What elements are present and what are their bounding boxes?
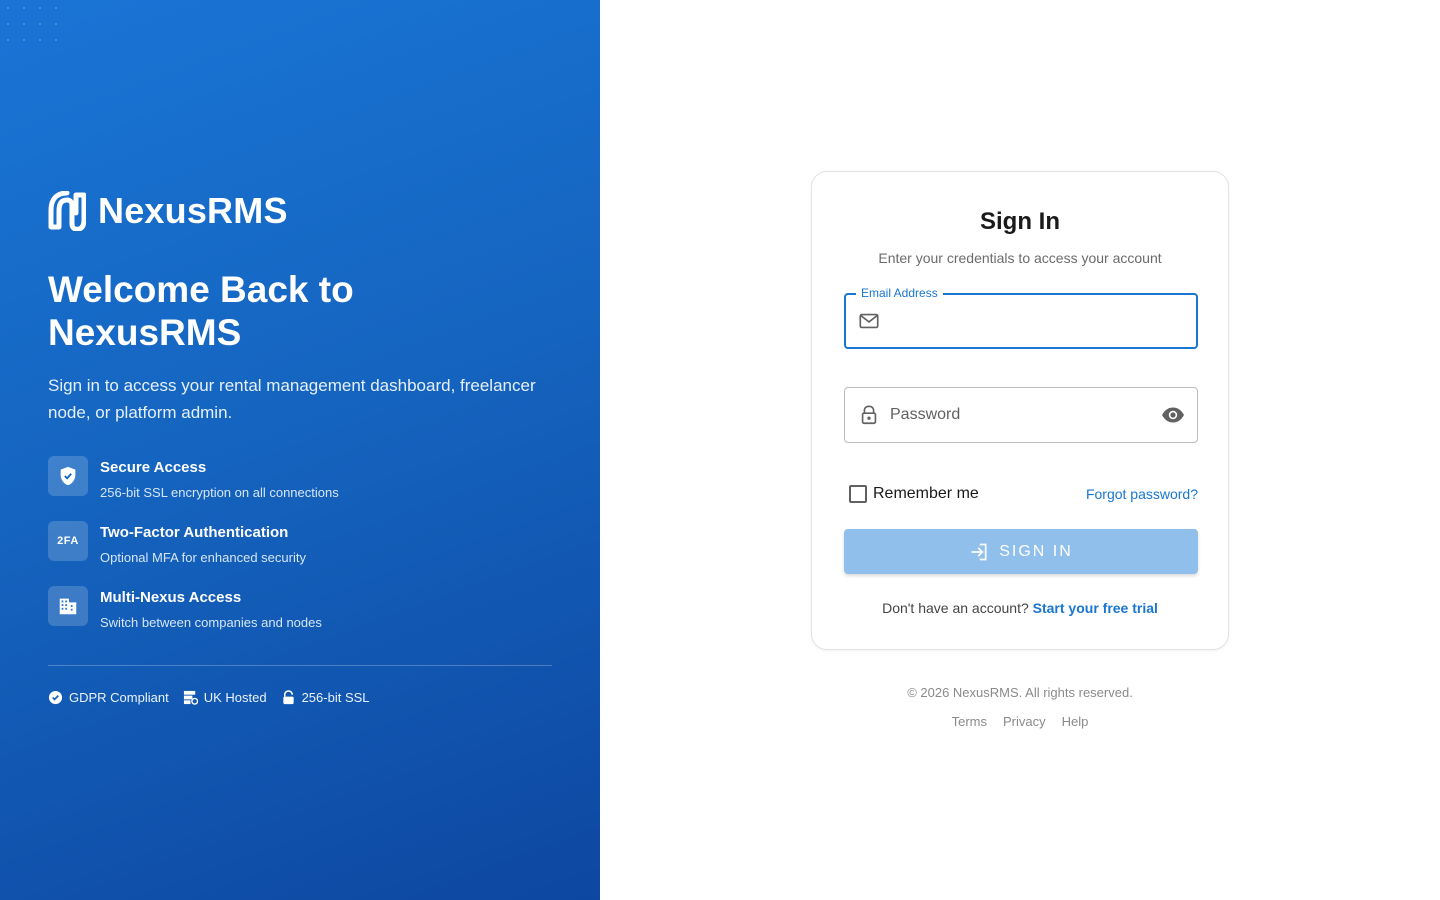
signup-text: Don't have an account? <box>882 600 1029 616</box>
lock-icon <box>858 404 880 426</box>
verified-icon <box>48 690 63 705</box>
login-icon <box>971 543 987 560</box>
brand-name: NexusRMS <box>98 190 288 231</box>
mail-icon <box>858 310 880 332</box>
main-panel: Sign In Enter your credentials to access… <box>600 0 1440 900</box>
remember-me[interactable]: Remember me <box>849 485 979 503</box>
feature-title: Secure Access <box>100 459 207 476</box>
terms-link[interactable]: Terms <box>952 714 987 729</box>
brand: NexusRMS <box>48 190 288 232</box>
feature-desc: Switch between companies and nodes <box>100 615 322 630</box>
hero-subtitle: Sign in to access your rental management… <box>48 376 536 422</box>
feature-two-factor: 2FA Two-Factor Authentication Optional M… <box>48 521 552 586</box>
sign-in-label: SIGN IN <box>999 542 1073 560</box>
page-footer: © 2026 NexusRMS. All rights reserved. Te… <box>811 685 1229 729</box>
badge-gdpr: GDPR Compliant <box>48 690 169 705</box>
email-label: Email Address <box>856 286 943 300</box>
feature-list: Secure Access 256-bit SSL encryption on … <box>48 456 552 651</box>
password-input[interactable] <box>880 388 1161 442</box>
remember-row: Remember me Forgot password? <box>844 485 1198 503</box>
card-subtitle: Enter your credentials to access your ac… <box>878 250 1162 266</box>
feature-title: Two-Factor Authentication <box>100 524 289 541</box>
shield-check-icon <box>48 456 88 496</box>
badge-label: 256-bit SSL <box>301 690 370 705</box>
feature-title: Multi-Nexus Access <box>100 589 242 606</box>
feature-desc: Optional MFA for enhanced security <box>100 550 306 565</box>
copyright: © 2026 NexusRMS. All rights reserved. <box>907 685 1133 700</box>
trust-badges: GDPR Compliant UK Hosted 256-bit SSL <box>48 690 370 705</box>
badge-uk-hosted: UK Hosted <box>183 690 267 705</box>
password-field <box>844 387 1198 443</box>
help-link[interactable]: Help <box>1062 714 1089 729</box>
2fa-icon: 2FA <box>48 521 88 561</box>
badge-label: UK Hosted <box>203 690 267 705</box>
email-field: Email Address <box>844 286 1198 349</box>
free-trial-link[interactable]: Start your free trial <box>1033 600 1158 616</box>
building-icon <box>48 586 88 626</box>
badge-label: GDPR Compliant <box>69 690 169 705</box>
hero-panel: NexusRMS Welcome Back to NexusRMS Sign i… <box>0 0 600 900</box>
badge-ssl: 256-bit SSL <box>281 690 370 705</box>
lock-icon <box>282 690 294 705</box>
sign-in-button[interactable]: SIGN IN <box>844 529 1198 574</box>
decorative-dots <box>0 0 60 50</box>
forgot-password-link[interactable]: Forgot password? <box>1086 486 1198 502</box>
card-title: Sign In <box>980 208 1060 235</box>
hero-divider <box>48 665 552 666</box>
eye-icon[interactable] <box>1161 403 1185 427</box>
feature-multi-nexus: Multi-Nexus Access Switch between compan… <box>48 586 552 651</box>
nexus-logo-icon <box>48 191 86 231</box>
remember-checkbox[interactable] <box>849 485 867 503</box>
remember-label: Remember me <box>873 485 979 502</box>
privacy-link[interactable]: Privacy <box>1003 714 1046 729</box>
email-input[interactable] <box>880 295 1196 347</box>
feature-secure-access: Secure Access 256-bit SSL encryption on … <box>48 456 552 521</box>
login-page: NexusRMS Welcome Back to NexusRMS Sign i… <box>0 0 1440 900</box>
hero-title: Welcome Back to NexusRMS <box>48 269 354 353</box>
footer-links: Terms Privacy Help <box>811 714 1229 729</box>
server-icon <box>183 690 198 705</box>
sign-in-card: Sign In Enter your credentials to access… <box>811 171 1229 650</box>
feature-desc: 256-bit SSL encryption on all connection… <box>100 485 339 500</box>
signup-prompt: Don't have an account? Start your free t… <box>844 600 1196 616</box>
